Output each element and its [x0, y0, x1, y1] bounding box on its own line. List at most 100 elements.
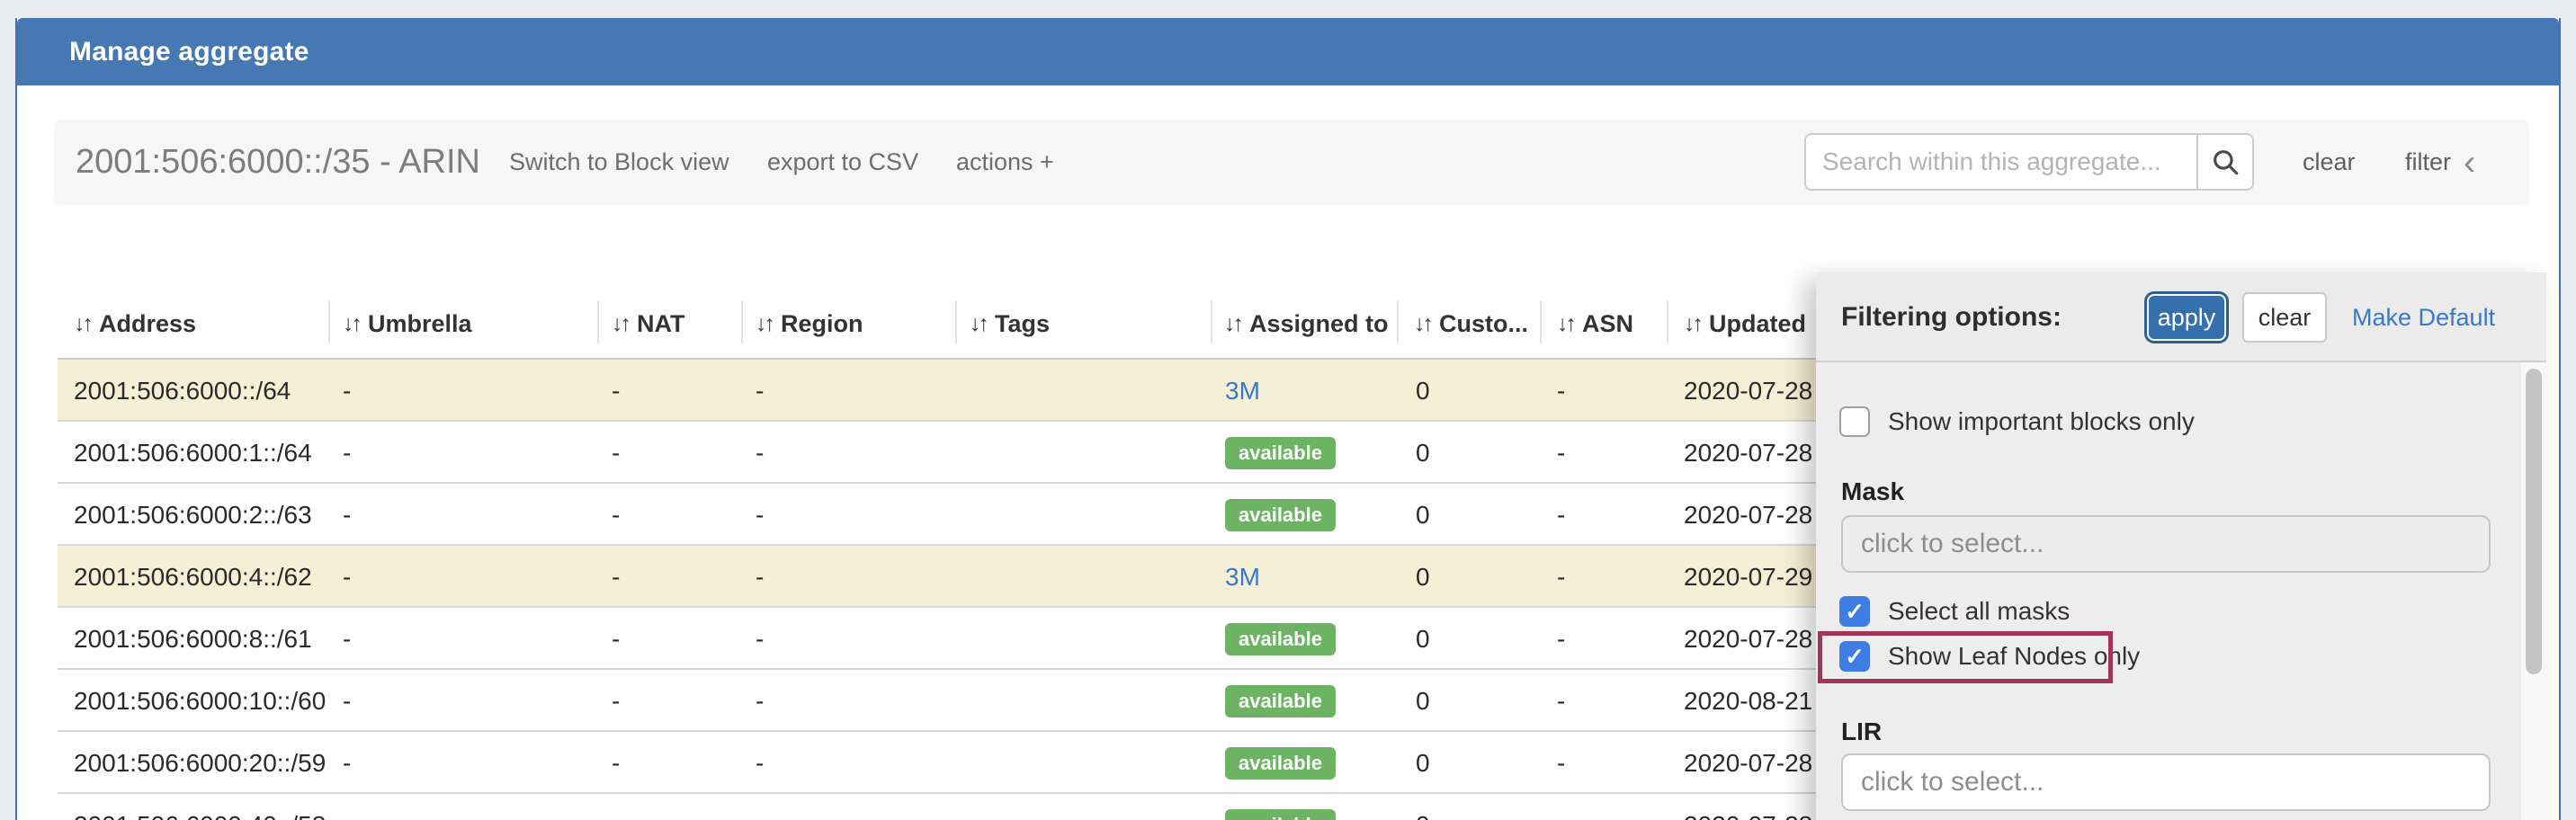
cell-umbrella: -: [343, 422, 351, 484]
cell-umbrella: -: [343, 794, 351, 820]
cell-address: 2001:506:6000:20::/59: [74, 732, 326, 794]
cell-nat: -: [612, 732, 620, 794]
cell-updated: 2020-07-28: [1684, 794, 1812, 820]
mask-label: Mask: [1841, 477, 1904, 506]
cell-customer: 0: [1416, 732, 1430, 794]
make-default-link[interactable]: Make Default: [2352, 272, 2495, 362]
sort-icon: ↓↑: [1684, 311, 1701, 337]
mask-select[interactable]: click to select...: [1841, 515, 2491, 573]
cell-asn: -: [1557, 794, 1565, 820]
cell-updated: 2020-08-21: [1684, 670, 1812, 732]
check-icon: ✓: [1845, 598, 1865, 626]
cell-customer: 0: [1416, 360, 1430, 422]
column-header-assigned-to[interactable]: ↓↑ Assigned to: [1224, 288, 1389, 360]
select-all-masks-label: Select all masks: [1888, 597, 2070, 626]
cell-updated: 2020-07-28: [1684, 484, 1812, 546]
show-leaf-nodes-checkbox[interactable]: ✓: [1839, 641, 1870, 672]
filter-toggle-link[interactable]: filter ‹: [2405, 120, 2475, 205]
assigned-status-badge: available: [1225, 623, 1336, 655]
select-all-masks-row: ✓ Select all masks: [1839, 596, 2070, 627]
column-divider: [1211, 300, 1212, 343]
cell-address: 2001:506:6000:40::/58: [74, 794, 326, 820]
cell-umbrella: -: [343, 608, 351, 670]
cell-updated: 2020-07-29: [1684, 546, 1812, 608]
cell-assigned-to: available: [1225, 732, 1336, 794]
assigned-status-badge: available: [1225, 437, 1336, 469]
column-header-updated[interactable]: ↓↑ Updated: [1684, 288, 1806, 360]
assigned-status-badge: available: [1225, 809, 1336, 820]
filter-panel-title: Filtering options:: [1841, 272, 2062, 362]
column-divider: [741, 300, 743, 343]
column-divider: [328, 300, 330, 343]
column-divider: [1397, 300, 1399, 343]
cell-updated: 2020-07-28: [1684, 608, 1812, 670]
cell-region: -: [756, 546, 764, 608]
cell-umbrella: -: [343, 732, 351, 794]
aggregate-title: 2001:506:6000::/35 - ARIN: [76, 120, 480, 205]
clear-filters-button[interactable]: clear: [2242, 292, 2327, 343]
apply-button[interactable]: apply: [2147, 294, 2226, 341]
column-divider: [597, 300, 599, 343]
sort-icon: ↓↑: [1557, 311, 1574, 337]
cell-customer: 0: [1416, 422, 1430, 484]
cell-umbrella: -: [343, 670, 351, 732]
cell-nat: -: [612, 608, 620, 670]
cell-assigned-to: available: [1225, 608, 1336, 670]
assigned-link[interactable]: 3M: [1225, 563, 1260, 592]
cell-assigned-to: available: [1225, 422, 1336, 484]
lir-select-placeholder: click to select...: [1861, 767, 2044, 798]
search-icon: [2210, 147, 2241, 177]
panel-scrollbar-thumb[interactable]: [2526, 369, 2542, 674]
cell-address: 2001:506:6000:8::/61: [74, 608, 312, 670]
column-header-asn[interactable]: ↓↑ ASN: [1557, 288, 1633, 360]
cell-nat: -: [612, 794, 620, 820]
cell-address: 2001:506:6000:10::/60: [74, 670, 326, 732]
cell-region: -: [756, 360, 764, 422]
column-divider: [1540, 300, 1542, 343]
column-header-customer[interactable]: ↓↑ Custo...: [1414, 288, 1528, 360]
switch-to-block-view-link[interactable]: Switch to Block view: [509, 120, 729, 205]
column-header-address[interactable]: ↓↑ Address: [74, 288, 196, 360]
filtering-options-panel: Filtering options: apply clear Make Defa…: [1816, 272, 2546, 820]
toolbar: 2001:506:6000::/35 - ARIN Switch to Bloc…: [54, 120, 2529, 205]
assigned-status-badge: available: [1225, 685, 1336, 718]
sort-icon: ↓↑: [343, 311, 360, 337]
check-icon: ✓: [1845, 643, 1865, 671]
cell-assigned-to: available: [1225, 670, 1336, 732]
sort-icon: ↓↑: [756, 311, 773, 337]
cell-nat: -: [612, 484, 620, 546]
search-button[interactable]: [2196, 133, 2254, 191]
cell-assigned-to: 3M: [1225, 360, 1260, 422]
cell-asn: -: [1557, 546, 1565, 608]
cell-customer: 0: [1416, 484, 1430, 546]
cell-region: -: [756, 422, 764, 484]
cell-assigned-to: available: [1225, 794, 1336, 820]
column-header-umbrella[interactable]: ↓↑ Umbrella: [343, 288, 472, 360]
lir-select[interactable]: click to select...: [1841, 753, 2491, 811]
column-header-region[interactable]: ↓↑ Region: [756, 288, 863, 360]
cell-region: -: [756, 608, 764, 670]
sort-icon: ↓↑: [1414, 311, 1431, 337]
sort-icon: ↓↑: [1224, 311, 1241, 337]
show-important-blocks-row: Show important blocks only: [1839, 406, 2195, 437]
column-header-tags[interactable]: ↓↑ Tags: [970, 288, 1050, 360]
manage-aggregate-card: Manage aggregate 2001:506:6000::/35 - AR…: [15, 18, 2561, 820]
select-all-masks-checkbox[interactable]: ✓: [1839, 596, 1870, 627]
cell-customer: 0: [1416, 794, 1430, 820]
cell-umbrella: -: [343, 484, 351, 546]
cell-assigned-to: 3M: [1225, 546, 1260, 608]
sort-icon: ↓↑: [612, 311, 629, 337]
search-input[interactable]: [1804, 133, 2196, 191]
cell-updated: 2020-07-28: [1684, 422, 1812, 484]
column-header-nat[interactable]: ↓↑ NAT: [612, 288, 685, 360]
actions-menu-link[interactable]: actions +: [956, 120, 1054, 205]
cell-region: -: [756, 732, 764, 794]
assigned-link[interactable]: 3M: [1225, 377, 1260, 406]
show-important-blocks-checkbox[interactable]: [1839, 406, 1870, 437]
page-title: Manage aggregate: [69, 37, 309, 67]
export-to-csv-link[interactable]: export to CSV: [767, 120, 918, 205]
sort-icon: ↓↑: [74, 311, 91, 337]
cell-address: 2001:506:6000:1::/64: [74, 422, 312, 484]
cell-assigned-to: available: [1225, 484, 1336, 546]
clear-search-link[interactable]: clear: [2303, 120, 2356, 205]
